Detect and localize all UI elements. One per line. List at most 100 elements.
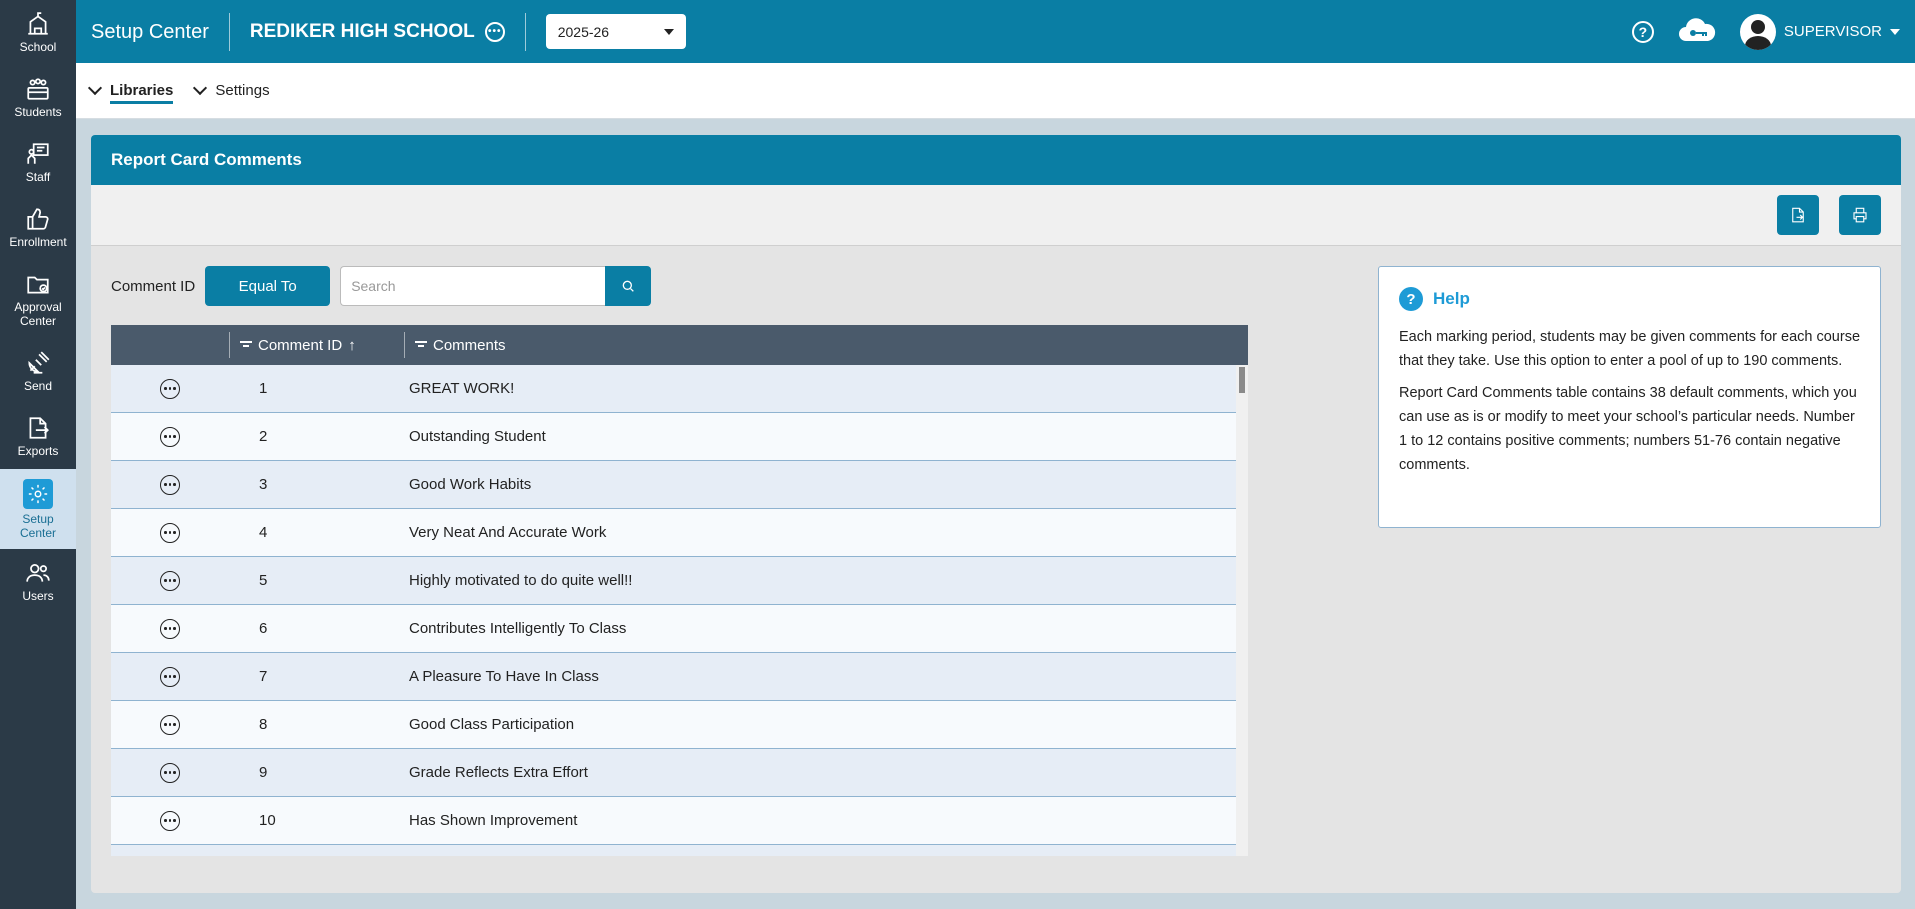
row-actions-icon[interactable] [160, 378, 180, 399]
sidebar-item-enrollment[interactable]: Enrollment [0, 195, 76, 260]
chevron-down-icon [193, 80, 208, 96]
sidebar-item-label: Staff [25, 170, 51, 184]
staff-icon [27, 143, 49, 164]
comment-id-cell: 3 [259, 476, 268, 493]
school-name: REDIKER HIGH SCHOOL [249, 20, 475, 42]
panel-toolbar [91, 185, 1901, 246]
table-header: Comment ID ↑ Comments [111, 325, 1248, 365]
sidebar-item-label: School [19, 40, 57, 54]
gear-icon-box [23, 478, 53, 509]
row-actions-icon[interactable] [160, 714, 180, 735]
comment-id-cell: 8 [259, 716, 268, 733]
comment-id-cell: 1 [259, 380, 268, 397]
more-options-icon[interactable]: ••• [484, 21, 505, 42]
sidebar-item-label: Send [23, 379, 53, 393]
filter-icon[interactable] [415, 340, 427, 350]
school-icon [28, 12, 48, 35]
comment-id-cell: 7 [259, 668, 268, 685]
comment-cell: GREAT WORK! [409, 380, 515, 397]
user-name: SUPERVISOR [1783, 23, 1882, 40]
table-row[interactable]: 10 Has Shown Improvement [111, 797, 1236, 845]
sidebar-item-staff[interactable]: Staff [0, 130, 76, 195]
year-select[interactable]: 2025-26 [545, 14, 686, 49]
comments-table: Comment ID ↑ Comments 1 GREAT WORK! 2 Ou… [111, 325, 1248, 856]
table-body[interactable]: 1 GREAT WORK! 2 Outstanding Student 3 Go… [111, 365, 1248, 856]
sidebar-item-school[interactable]: School [0, 0, 76, 65]
export-file-icon [1792, 207, 1804, 223]
sidebar-item-setup-center[interactable]: Setup Center [0, 469, 76, 549]
print-button[interactable] [1839, 195, 1881, 235]
sidebar-item-exports[interactable]: Exports [0, 404, 76, 469]
comment-id-cell: 9 [259, 764, 268, 781]
sort-ascending-icon: ↑ [348, 336, 356, 354]
table-row[interactable]: 5 Highly motivated to do quite well!! [111, 557, 1236, 605]
sidebar-item-users[interactable]: Users [0, 549, 76, 614]
comment-id-cell: 4 [259, 524, 268, 541]
sidebar-item-approval-center[interactable]: Approval Center [0, 260, 76, 339]
column-header-label: Comment ID [258, 336, 343, 354]
row-actions-icon[interactable] [160, 666, 180, 687]
export-icon [29, 417, 49, 439]
comment-cell: Very Neat And Accurate Work [409, 524, 607, 541]
help-card: ? Help Each marking period, students may… [1378, 266, 1881, 528]
school-selector[interactable]: REDIKER HIGH SCHOOL ••• [230, 12, 526, 51]
operator-button[interactable]: Equal To [205, 266, 331, 306]
search-button[interactable] [605, 266, 652, 306]
table-row[interactable]: 7 A Pleasure To Have In Class [111, 653, 1236, 701]
comment-id-cell: 2 [259, 428, 268, 445]
row-actions-icon[interactable] [160, 570, 180, 591]
sidebar-item-students[interactable]: Students [0, 65, 76, 130]
row-actions-icon[interactable] [160, 426, 180, 447]
folder-check-icon [27, 276, 49, 294]
comment-cell: A Pleasure To Have In Class [409, 668, 599, 685]
row-actions-icon[interactable] [160, 618, 180, 639]
comment-cell: Outstanding Student [409, 428, 546, 445]
sidebar-item-send[interactable]: Send [0, 339, 76, 404]
panel-title: Report Card Comments [91, 135, 1901, 185]
chevron-down-icon [87, 80, 103, 96]
table-row[interactable]: 4 Very Neat And Accurate Work [111, 509, 1236, 557]
column-header-comment-id[interactable]: Comment ID ↑ [229, 332, 404, 358]
column-header-comments[interactable]: Comments [404, 332, 506, 358]
row-actions-icon[interactable] [160, 810, 180, 831]
row-actions-icon[interactable] [160, 474, 180, 495]
sidebar-item-label: Enrollment [9, 235, 67, 249]
sidebar-item-label: Students [14, 105, 62, 119]
export-button[interactable] [1777, 195, 1819, 235]
comment-id-cell: 6 [259, 620, 268, 637]
sidebar-item-label: Users [22, 589, 54, 603]
satellite-icon [28, 351, 50, 374]
table-scrollbar[interactable] [1236, 365, 1248, 856]
search-input[interactable] [340, 266, 606, 306]
top-bar: Setup Center REDIKER HIGH SCHOOL ••• 202… [76, 0, 1915, 63]
sidebar-item-label: Exports [17, 444, 59, 458]
avatar [1739, 13, 1776, 50]
row-actions-icon[interactable] [160, 522, 180, 543]
table-row[interactable]: 6 Contributes Intelligently To Class [111, 605, 1236, 653]
scrollbar-thumb[interactable] [1239, 367, 1245, 393]
app-title: Setup Center [76, 12, 230, 51]
cloud-key-icon[interactable] [1676, 15, 1718, 48]
table-row[interactable]: 3 Good Work Habits [111, 461, 1236, 509]
comment-cell: Good Work Habits [409, 476, 532, 493]
printer-icon [1853, 207, 1867, 223]
sidebar: School Students Staff Enrollment Approva… [0, 0, 76, 909]
tab-libraries[interactable]: Libraries [87, 63, 174, 119]
top-right-actions: ? SUPERVISOR [1631, 13, 1915, 50]
help-icon[interactable]: ? [1631, 20, 1654, 43]
table-row[interactable]: 8 Good Class Participation [111, 701, 1236, 749]
table-row[interactable]: 2 Outstanding Student [111, 413, 1236, 461]
filter-icon[interactable] [240, 340, 252, 350]
help-title-text: Help [1433, 289, 1470, 308]
user-menu[interactable]: SUPERVISOR [1739, 13, 1900, 50]
table-row[interactable] [111, 845, 1236, 856]
search-icon [622, 280, 634, 292]
chevron-down-icon [663, 28, 674, 35]
table-row[interactable]: 1 GREAT WORK! [111, 365, 1236, 413]
tab-settings[interactable]: Settings [193, 63, 270, 119]
comment-cell: Contributes Intelligently To Class [409, 620, 627, 637]
year-value: 2025-26 [557, 23, 610, 40]
comment-cell: Highly motivated to do quite well!! [409, 572, 633, 589]
table-row[interactable]: 9 Grade Reflects Extra Effort [111, 749, 1236, 797]
row-actions-icon[interactable] [160, 762, 180, 783]
